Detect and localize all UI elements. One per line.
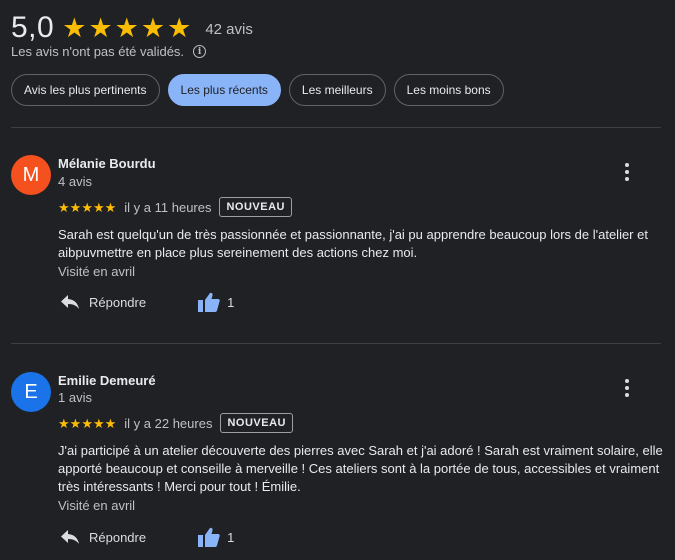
info-icon[interactable]: i — [193, 45, 207, 58]
average-score: 5,0 — [11, 11, 55, 44]
review-text: Sarah est quelqu'un de très passionnée e… — [58, 227, 648, 260]
sort-chips: Avis les plus pertinents Les plus récent… — [11, 74, 504, 106]
new-badge: NOUVEAU — [220, 413, 293, 433]
validation-disclaimer: Les avis n'ont pas été validés. i — [11, 44, 207, 59]
more-options-icon[interactable] — [620, 379, 634, 397]
thumbs-up-icon — [198, 292, 220, 312]
review-text: J'ai participé à un atelier découverte d… — [58, 443, 663, 494]
review-actions: Répondre 1 — [60, 527, 234, 547]
star-icon: ★ — [92, 415, 105, 431]
review-time: il y a 11 heures — [124, 199, 212, 215]
review-actions: Répondre 1 — [60, 292, 234, 312]
review-time: il y a 22 heures — [124, 415, 213, 431]
avatar[interactable]: M — [11, 155, 51, 195]
review-stars: ★ ★ ★ ★ ★ — [58, 417, 116, 430]
review-stars: ★ ★ ★ ★ ★ — [58, 201, 116, 214]
new-badge: NOUVEAU — [219, 197, 292, 217]
divider — [11, 343, 661, 344]
review-count: 42 avis — [205, 21, 253, 38]
star-icon: ★ — [92, 199, 105, 215]
rating-summary: 5,0 ★ ★ ★ ★ ★ 42 avis — [11, 8, 253, 48]
more-options-icon[interactable] — [620, 163, 634, 181]
author-review-count: 1 avis — [58, 390, 92, 405]
star-icon: ★ — [104, 199, 117, 215]
chip-most-recent[interactable]: Les plus récents — [167, 74, 281, 106]
reply-label: Répondre — [89, 294, 147, 310]
star-icon: ★ — [88, 12, 113, 43]
star-icon: ★ — [81, 199, 93, 215]
star-icon: ★ — [140, 12, 166, 43]
divider — [11, 127, 661, 128]
chip-best[interactable]: Les meilleurs — [288, 74, 386, 106]
reply-button[interactable]: Répondre — [60, 294, 146, 310]
reply-label: Répondre — [89, 529, 147, 545]
reply-button[interactable]: Répondre — [60, 529, 146, 545]
star-icon: ★ — [81, 415, 93, 431]
reply-icon — [61, 530, 79, 544]
chip-most-relevant[interactable]: Avis les plus pertinents — [11, 74, 160, 106]
star-icon: ★ — [58, 415, 70, 431]
disclaimer-text: Les avis n'ont pas été validés. — [11, 44, 185, 59]
review-author[interactable]: Mélanie Bourdu — [58, 156, 156, 171]
star-icon: ★ — [69, 415, 82, 431]
visit-date: Visité en avril — [58, 264, 136, 279]
star-icon: ★ — [167, 12, 192, 43]
star-icon: ★ — [58, 199, 70, 215]
visit-date: Visité en avril — [58, 498, 136, 513]
review-rating-row: ★ ★ ★ ★ ★ il y a 11 heures NOUVEAU — [58, 197, 292, 217]
average-stars: ★ ★ ★ ★ ★ — [62, 12, 192, 43]
like-button[interactable]: 1 — [198, 527, 234, 547]
chip-worst[interactable]: Les moins bons — [393, 74, 504, 106]
star-icon: ★ — [69, 199, 82, 215]
star-icon: ★ — [104, 415, 117, 431]
star-icon: ★ — [114, 12, 139, 43]
review-rating-row: ★ ★ ★ ★ ★ il y a 22 heures NOUVEAU — [58, 413, 293, 433]
reply-icon — [61, 295, 79, 309]
author-review-count: 4 avis — [58, 174, 92, 189]
star-icon: ★ — [62, 12, 87, 43]
review-author[interactable]: Emilie Demeuré — [58, 373, 156, 388]
like-count: 1 — [227, 294, 235, 310]
avatar[interactable]: E — [11, 372, 51, 412]
like-count: 1 — [227, 529, 235, 545]
like-button[interactable]: 1 — [198, 292, 234, 312]
thumbs-up-icon — [198, 527, 220, 547]
reviews-panel: 5,0 ★ ★ ★ ★ ★ 42 avis Les avis n'ont pas… — [0, 0, 675, 560]
